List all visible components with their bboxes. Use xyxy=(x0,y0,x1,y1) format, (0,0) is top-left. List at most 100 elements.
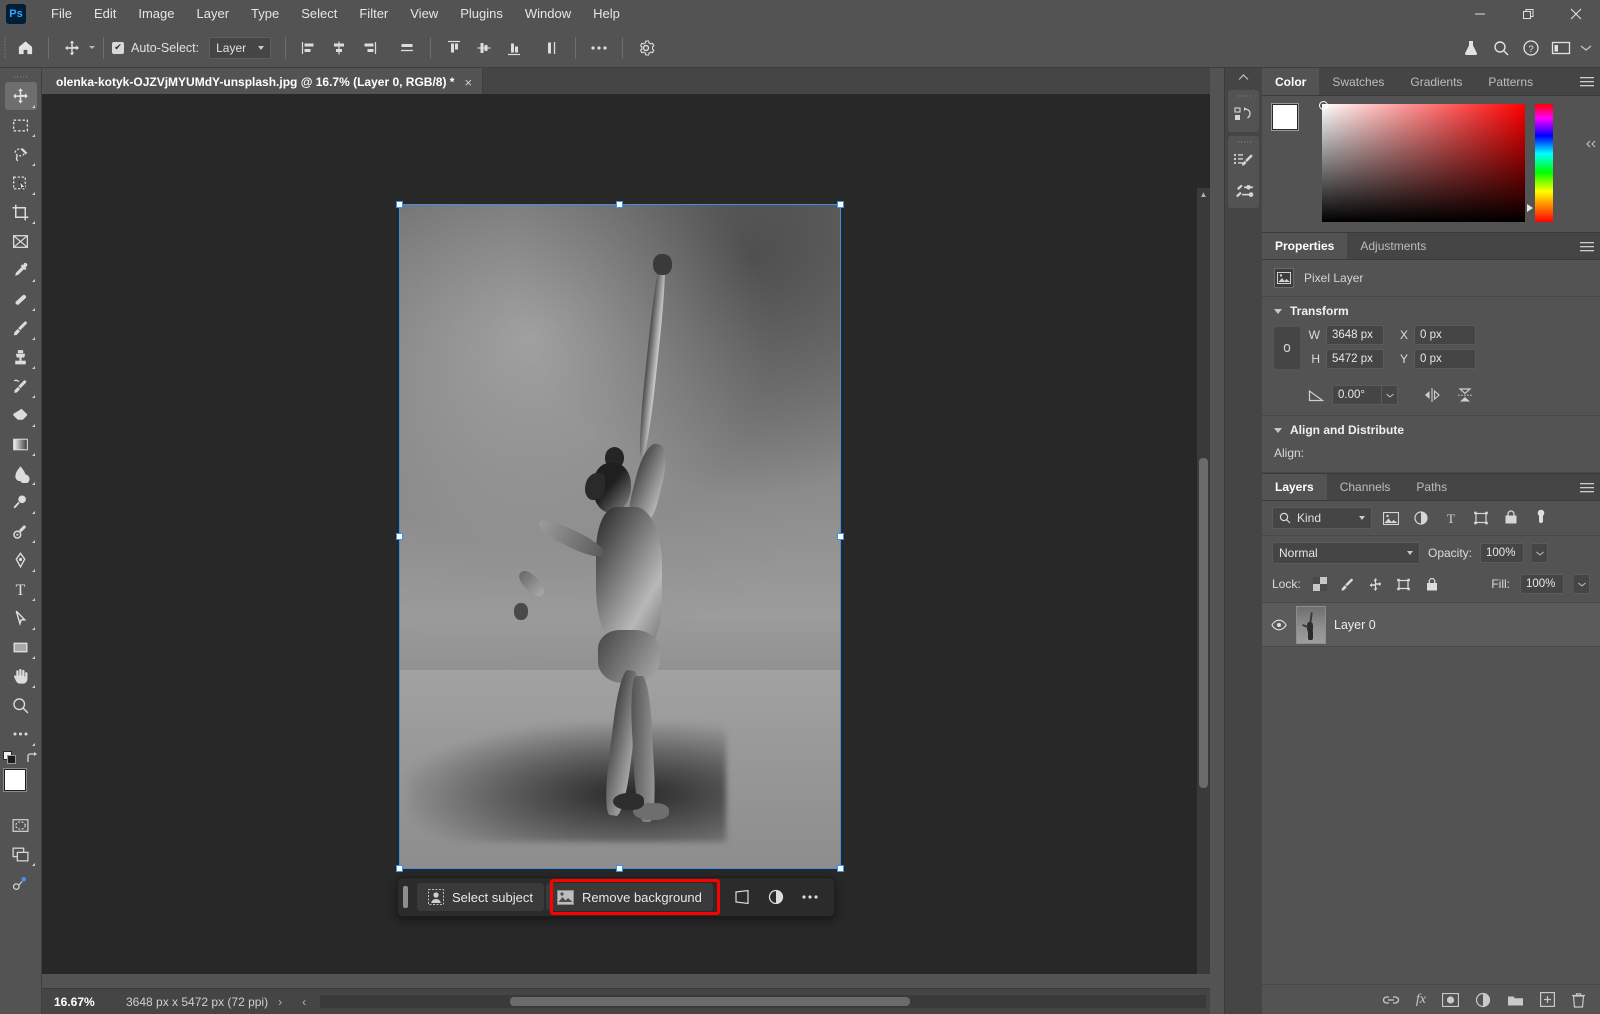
canvas-horizontal-scrollbar[interactable] xyxy=(320,995,1206,1008)
link-icon[interactable] xyxy=(1274,327,1300,369)
task-bar-more-icon[interactable] xyxy=(794,883,826,911)
add-mask-icon[interactable] xyxy=(1442,992,1459,1007)
layer-name[interactable]: Layer 0 xyxy=(1334,618,1376,632)
spot-healing-brush-tool[interactable] xyxy=(5,285,37,313)
flip-vertical-icon[interactable] xyxy=(1456,386,1474,404)
share-button[interactable] xyxy=(5,869,37,897)
tab-layers[interactable]: Layers xyxy=(1262,474,1327,500)
tab-adjustments[interactable]: Adjustments xyxy=(1347,233,1440,259)
menu-type[interactable]: Type xyxy=(240,2,290,26)
menu-image[interactable]: Image xyxy=(127,2,185,26)
screen-mode-button[interactable] xyxy=(5,840,37,868)
align-bottom-edges-button[interactable] xyxy=(499,33,529,63)
foreground-color-swatch[interactable] xyxy=(3,769,26,791)
rectangular-marquee-tool[interactable] xyxy=(5,111,37,139)
tab-channels[interactable]: Channels xyxy=(1326,474,1404,500)
x-input[interactable]: 0 px xyxy=(1414,325,1476,345)
opacity-stepper-chevron-down-icon[interactable] xyxy=(1532,543,1549,563)
layers-panel-menu-icon[interactable] xyxy=(1580,474,1594,502)
menu-select[interactable]: Select xyxy=(290,2,348,26)
canvas-area[interactable]: Select subject Remove background ▲ xyxy=(42,94,1210,974)
align-distribute-section-header[interactable]: Align and Distribute xyxy=(1262,416,1600,444)
lock-position-icon[interactable] xyxy=(1367,575,1385,593)
distribute-horizontally-button[interactable] xyxy=(392,33,422,63)
fx-icon[interactable]: fx xyxy=(1416,992,1426,1008)
horizontal-scroll-thumb[interactable] xyxy=(510,997,911,1006)
transform-section-header[interactable]: Transform xyxy=(1262,297,1600,325)
lasso-tool[interactable] xyxy=(5,140,37,168)
hue-slider[interactable] xyxy=(1527,104,1553,222)
adjustment-layer-icon[interactable] xyxy=(1475,992,1491,1008)
move-tool-options[interactable] xyxy=(57,33,95,63)
lock-artboard-icon[interactable] xyxy=(1395,575,1413,593)
color-field[interactable] xyxy=(1319,101,1525,222)
sponge-tool[interactable] xyxy=(5,517,37,545)
align-top-edges-button[interactable] xyxy=(439,33,469,63)
layer-thumbnail[interactable] xyxy=(1296,605,1326,644)
angle-input[interactable]: 0.00° xyxy=(1332,385,1382,405)
toolbar-grip[interactable] xyxy=(0,72,41,82)
panel-collapse-icon[interactable] xyxy=(1584,136,1598,152)
more-options-button[interactable] xyxy=(584,33,614,63)
layer-list[interactable]: Layer 0 xyxy=(1262,602,1600,984)
options-bar-grip[interactable] xyxy=(0,28,10,68)
align-right-edges-button[interactable] xyxy=(354,33,384,63)
layer-kind-dropdown[interactable]: Kind xyxy=(1272,507,1372,529)
filter-toggle-icon[interactable] xyxy=(1530,507,1552,529)
rectangle-tool[interactable] xyxy=(5,633,37,661)
quick-mask-button[interactable] xyxy=(5,811,37,839)
object-selection-tool[interactable] xyxy=(5,169,37,197)
brush-presets-icon[interactable] xyxy=(1228,146,1260,176)
brush-tool[interactable] xyxy=(5,314,37,342)
frame-tool[interactable] xyxy=(5,227,37,255)
crop-tool[interactable] xyxy=(5,198,37,226)
align-vertical-centers-button[interactable] xyxy=(469,33,499,63)
transform-icon[interactable] xyxy=(726,883,758,911)
move-tool-chevron-down-icon[interactable] xyxy=(89,46,95,49)
menu-filter[interactable]: Filter xyxy=(348,2,399,26)
menu-plugins[interactable]: Plugins xyxy=(449,2,514,26)
shape-filter-icon[interactable] xyxy=(1470,507,1492,529)
lock-all-icon[interactable] xyxy=(1423,575,1441,593)
move-tool-icon[interactable] xyxy=(57,33,87,63)
select-subject-button[interactable]: Select subject xyxy=(417,883,544,911)
vertical-scroll-thumb[interactable] xyxy=(1199,458,1208,788)
adjustment-circle-icon[interactable] xyxy=(760,883,792,911)
lock-image-pixels-icon[interactable] xyxy=(1339,575,1357,593)
edit-toolbar-button[interactable] xyxy=(5,720,37,748)
delete-layer-icon[interactable] xyxy=(1571,992,1586,1008)
tab-swatches[interactable]: Swatches xyxy=(1319,68,1398,95)
color-swatches[interactable] xyxy=(3,769,38,803)
task-bar-drag-handle[interactable] xyxy=(403,886,408,908)
menu-edit[interactable]: Edit xyxy=(83,2,127,26)
restore-button[interactable] xyxy=(1504,0,1552,28)
brush-settings-icon[interactable] xyxy=(1228,176,1260,206)
eraser-tool[interactable] xyxy=(5,401,37,429)
history-brush-tool[interactable] xyxy=(5,372,37,400)
search-icon[interactable] xyxy=(1486,33,1516,63)
default-colors-icon[interactable] xyxy=(2,751,17,765)
type-filter-icon[interactable]: T xyxy=(1440,507,1462,529)
tab-gradients[interactable]: Gradients xyxy=(1397,68,1476,95)
close-button[interactable] xyxy=(1552,0,1600,28)
canvas-vertical-scrollbar[interactable]: ▲ ▼ xyxy=(1197,188,1210,974)
link-layers-icon[interactable] xyxy=(1382,994,1400,1006)
document-tab[interactable]: olenka-kotyk-OJZVjMYUMdY-unsplash.jpg @ … xyxy=(42,68,484,94)
distribute-vertically-button[interactable] xyxy=(537,33,567,63)
home-button[interactable] xyxy=(10,33,40,63)
minimize-button[interactable] xyxy=(1456,0,1504,28)
chevron-down-icon[interactable] xyxy=(1576,33,1596,63)
tab-patterns[interactable]: Patterns xyxy=(1475,68,1547,95)
auto-select-checkbox[interactable]: ✔ xyxy=(112,41,124,54)
horizontal-type-tool[interactable]: T xyxy=(5,575,37,603)
eyedropper-tool[interactable] xyxy=(5,256,37,284)
auto-select-scope-dropdown[interactable]: Layer xyxy=(209,36,272,59)
tab-properties[interactable]: Properties xyxy=(1262,233,1348,259)
clone-stamp-tool[interactable] xyxy=(5,343,37,371)
width-input[interactable]: 3648 px xyxy=(1326,325,1384,345)
menu-help[interactable]: Help xyxy=(582,2,631,26)
color-panel-swatches[interactable] xyxy=(1272,104,1312,143)
adjustment-filter-icon[interactable] xyxy=(1410,507,1432,529)
new-group-icon[interactable] xyxy=(1507,993,1524,1007)
beta-flask-icon[interactable] xyxy=(1456,33,1486,63)
